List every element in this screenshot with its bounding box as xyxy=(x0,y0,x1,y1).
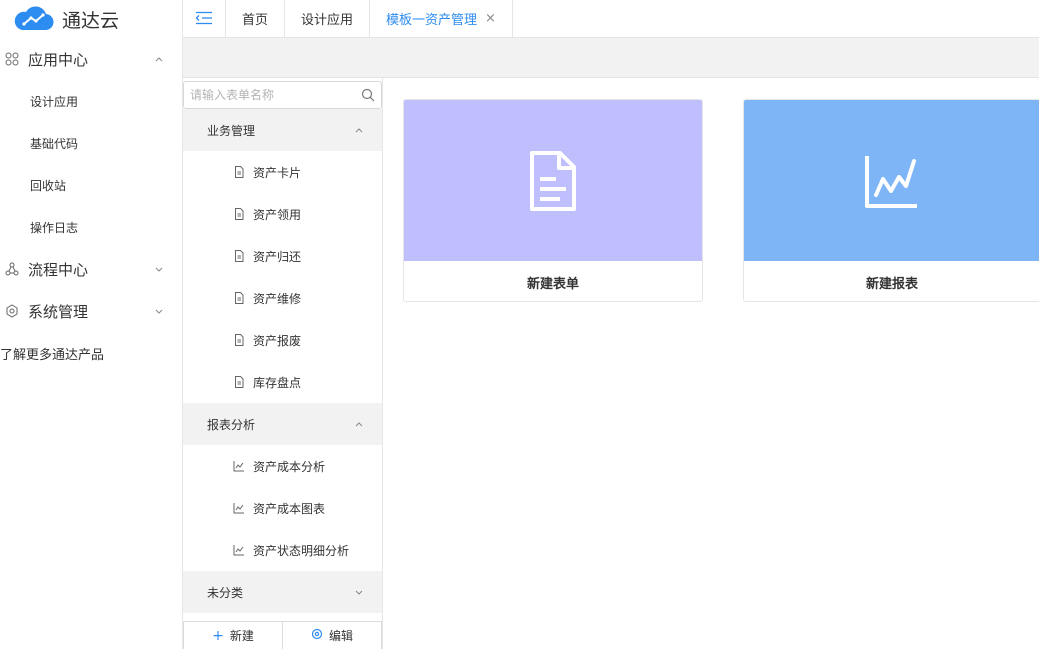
document-icon xyxy=(530,150,576,211)
tab-label: 模板一资产管理 xyxy=(386,12,478,28)
tab-asset-template[interactable]: 模板一资产管理 × xyxy=(369,0,512,37)
search-input[interactable] xyxy=(190,88,361,102)
menu-toggle-icon[interactable] xyxy=(183,0,225,37)
tab-bar: 首页 设计应用 模板一资产管理 × xyxy=(183,0,1039,38)
tab-design-app[interactable]: 设计应用 xyxy=(284,0,370,37)
form-list-panel: 业务管理 资产卡片 资产领用 资产归还 资产维修 资产报废 库存盘点 报表分析 … xyxy=(183,78,383,649)
document-icon xyxy=(233,334,245,346)
nav-group-label: 应用中心 xyxy=(28,50,89,69)
category-label: 报表分析 xyxy=(207,417,256,432)
sidebar-item-operation-log[interactable]: 操作日志 xyxy=(0,206,182,248)
document-icon xyxy=(233,250,245,262)
new-report-card[interactable]: 新建报表 xyxy=(743,99,1039,302)
gear-icon xyxy=(4,303,20,319)
form-item-label: 资产卡片 xyxy=(253,165,302,180)
tab-divider xyxy=(511,0,513,37)
category-label: 业务管理 xyxy=(207,123,256,138)
document-icon xyxy=(233,292,245,304)
document-icon xyxy=(233,208,245,220)
form-item-label: 资产维修 xyxy=(253,291,302,306)
sidebar-item-design-app[interactable]: 设计应用 xyxy=(0,80,182,122)
category-label: 未分类 xyxy=(207,585,244,600)
new-button-label: 新建 xyxy=(229,629,254,643)
logo[interactable]: 通达云 xyxy=(0,0,182,38)
card-title: 新建报表 xyxy=(865,276,918,292)
card-cover xyxy=(404,100,702,261)
more-products-link[interactable]: 了解更多通达产品 xyxy=(0,332,182,374)
category-uncategorized[interactable]: 未分类 xyxy=(183,571,382,613)
report-item[interactable]: 资产状态明细分析 xyxy=(183,529,382,571)
form-item[interactable]: 资产维修 xyxy=(183,277,382,319)
cloud-logo-icon xyxy=(14,6,54,31)
form-item-label: 资产领用 xyxy=(253,207,302,222)
report-item-label: 资产状态明细分析 xyxy=(253,543,350,558)
toolbar-strip xyxy=(183,38,1039,78)
new-form-card[interactable]: 新建表单 xyxy=(403,99,703,302)
edit-button-label: 编辑 xyxy=(328,629,353,643)
chevron-up-icon xyxy=(155,57,163,62)
report-item[interactable]: 资产成本图表 xyxy=(183,487,382,529)
sidebar-item-base-code[interactable]: 基础代码 xyxy=(0,122,182,164)
category-business-management[interactable]: 业务管理 xyxy=(183,109,382,151)
nav-group-system-management[interactable]: 系统管理 xyxy=(0,290,182,332)
nav-group-app-center[interactable]: 应用中心 xyxy=(0,38,182,80)
line-chart-icon xyxy=(865,155,917,208)
form-item-label: 库存盘点 xyxy=(253,375,302,390)
form-item[interactable]: 资产报废 xyxy=(183,319,382,361)
edit-button[interactable]: 编辑 xyxy=(283,622,382,649)
card-cover xyxy=(744,100,1039,261)
form-item[interactable]: 资产卡片 xyxy=(183,151,382,193)
report-item-label: 资产成本图表 xyxy=(253,501,326,516)
chevron-down-icon xyxy=(155,309,163,314)
line-chart-icon xyxy=(233,502,245,514)
card-title: 新建表单 xyxy=(526,276,579,292)
form-item[interactable]: 库存盘点 xyxy=(183,361,382,403)
report-item-label: 资产成本分析 xyxy=(253,459,326,474)
form-item-label: 资产报废 xyxy=(253,333,302,348)
app-name: 通达云 xyxy=(62,9,120,32)
form-item[interactable]: 资产归还 xyxy=(183,235,382,277)
sidebar: 通达云 应用中心 设计应用 基础代码 回收站 操作日志 流程中心 系统管理 了解… xyxy=(0,0,183,649)
document-icon xyxy=(233,376,245,388)
nav-group-label: 系统管理 xyxy=(28,302,89,321)
sidebar-item-recycle-bin[interactable]: 回收站 xyxy=(0,164,182,206)
form-item[interactable]: 资产领用 xyxy=(183,193,382,235)
app-root: 通达云 应用中心 设计应用 基础代码 回收站 操作日志 流程中心 系统管理 了解… xyxy=(0,0,1039,649)
report-item[interactable]: 资产成本分析 xyxy=(183,445,382,487)
chevron-up-icon xyxy=(355,422,363,427)
category-report-analysis[interactable]: 报表分析 xyxy=(183,403,382,445)
gear-icon xyxy=(311,628,323,643)
form-item-label: 资产归还 xyxy=(253,249,302,264)
line-chart-icon xyxy=(233,544,245,556)
search-box xyxy=(183,81,382,109)
flow-icon xyxy=(4,261,20,277)
tab-home[interactable]: 首页 xyxy=(225,0,285,37)
line-chart-icon xyxy=(233,460,245,472)
tab-label: 首页 xyxy=(242,12,269,28)
nav-group-process-center[interactable]: 流程中心 xyxy=(0,248,182,290)
close-icon[interactable]: × xyxy=(485,11,496,26)
new-button[interactable]: + 新建 xyxy=(183,622,283,649)
chevron-down-icon xyxy=(355,590,363,595)
document-icon xyxy=(233,166,245,178)
panel-footer: + 新建 编辑 xyxy=(183,621,382,649)
apps-grid-icon xyxy=(4,51,20,67)
tab-label: 设计应用 xyxy=(301,12,354,28)
nav-group-label: 流程中心 xyxy=(28,260,89,279)
search-icon[interactable] xyxy=(361,88,375,102)
chevron-down-icon xyxy=(155,267,163,272)
chevron-up-icon xyxy=(355,128,363,133)
plus-icon: + xyxy=(212,627,224,644)
